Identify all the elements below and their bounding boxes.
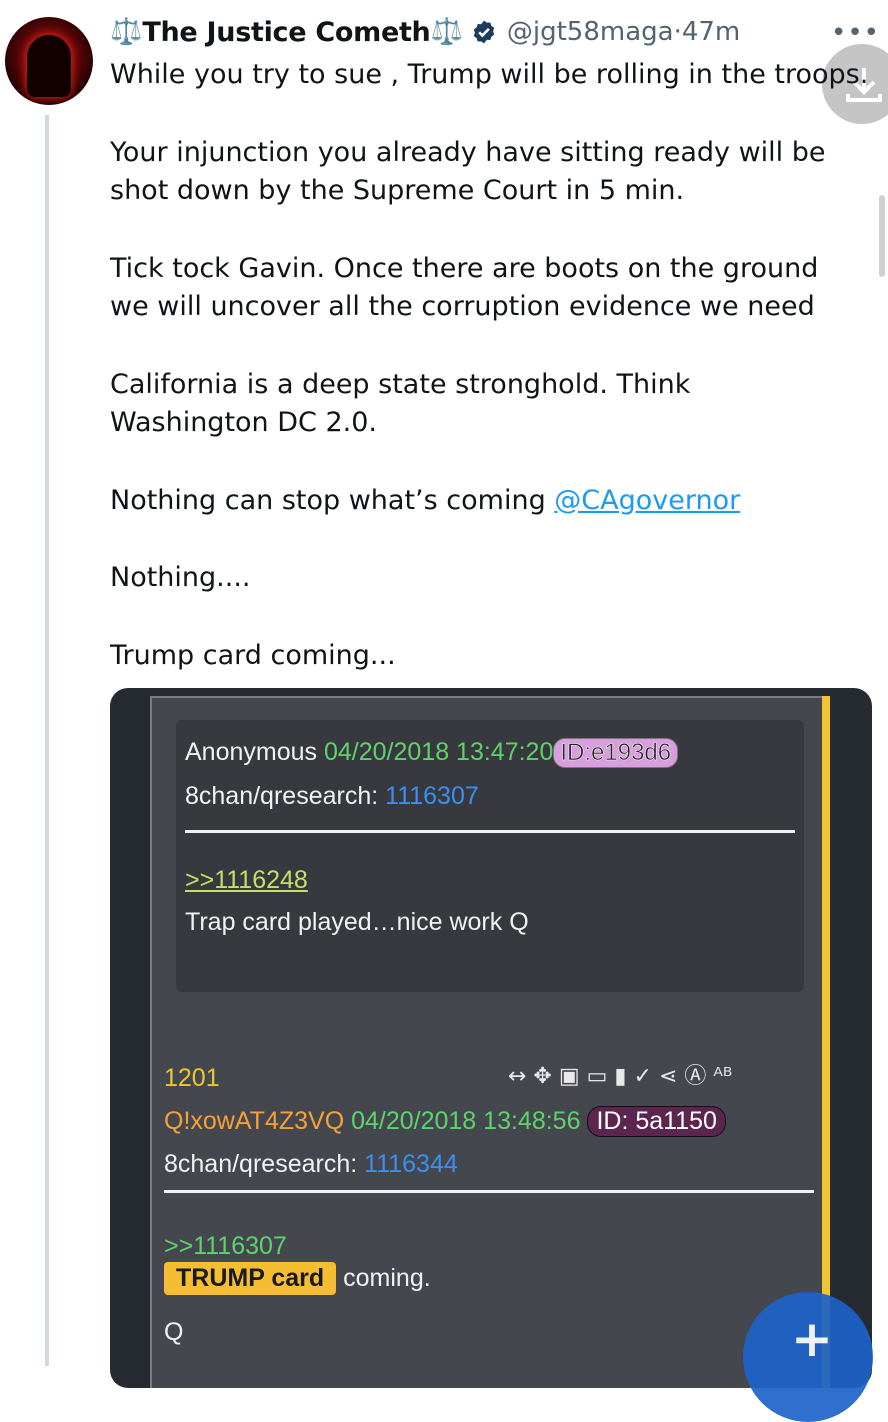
divider <box>164 1190 814 1193</box>
q-post-panel: Anonymous 04/20/2018 13:47:20 ID:e193d6 8… <box>150 696 830 1388</box>
scale-icon: ⚖️ <box>430 17 463 47</box>
q-reply-ref: >>1116307 <box>164 1232 287 1260</box>
q-id-badge: ID: 5a1150 <box>587 1106 726 1137</box>
separator-dot: · <box>673 17 682 47</box>
scrollbar[interactable] <box>879 195 885 277</box>
verified-badge-icon <box>473 20 495 44</box>
paragraph-2: Your injunction you already have sitting… <box>110 136 826 207</box>
q-post-number: 1201 <box>164 1064 220 1092</box>
paragraph-4: California is a deep state stronghold. T… <box>110 368 691 439</box>
highlight-bar <box>822 696 830 1388</box>
q-toolbar-icons: ↔ ✥ ▣ ▭ ▮ ✓ ⋖ Ⓐ ᴬᴮ <box>508 1064 733 1089</box>
paragraph-1: While you try to sue , Trump will be rol… <box>110 59 869 90</box>
anon-id-badge: ID:e193d6 <box>553 738 679 768</box>
post-header: ⚖️ The Justice Cometh ⚖️ @jgt58maga · 47… <box>110 12 740 52</box>
divider <box>185 830 795 833</box>
anon-board-line: 8chan/qresearch: 1116307 <box>185 782 479 810</box>
avatar[interactable] <box>5 17 93 105</box>
hooded-figure-image <box>27 35 71 97</box>
thread-connector-line <box>45 115 49 1366</box>
paragraph-5: Nothing can stop what’s coming @CAgovern… <box>110 484 741 516</box>
anon-reply-ref: >>1116248 <box>185 866 308 894</box>
paragraph-6: Nothing.... <box>110 562 251 593</box>
display-name[interactable]: The Justice Cometh <box>142 17 430 48</box>
compose-button[interactable]: + <box>743 1292 873 1422</box>
q-post-header: Q!xowAT4Z3VQ 04/20/2018 13:48:56 ID: 5a1… <box>164 1106 726 1137</box>
plus-icon: + <box>791 1310 833 1368</box>
mention-link[interactable]: @CAgovernor <box>554 485 740 516</box>
post-text: While you try to sue , Trump will be rol… <box>110 56 869 714</box>
anon-post-header: Anonymous 04/20/2018 13:47:20 ID:e193d6 <box>185 738 679 768</box>
paragraph-3: Tick tock Gavin. Once there are boots on… <box>110 252 819 323</box>
q-post-body: TRUMP card coming. <box>164 1262 431 1295</box>
handle[interactable]: @jgt58maga <box>507 17 674 47</box>
q-signature: Q <box>164 1318 184 1346</box>
attached-image[interactable]: Anonymous 04/20/2018 13:47:20 ID:e193d6 8… <box>110 688 872 1388</box>
anon-post-body: Trap card played…nice work Q <box>185 908 529 936</box>
quoted-anon-post: Anonymous 04/20/2018 13:47:20 ID:e193d6 8… <box>176 720 804 992</box>
timestamp[interactable]: 47m <box>682 17 740 47</box>
paragraph-7: Trump card coming... <box>110 639 396 671</box>
q-board-line: 8chan/qresearch: 1116344 <box>164 1150 458 1178</box>
scale-icon: ⚖️ <box>110 17 143 47</box>
trump-card-highlight: TRUMP card <box>164 1262 337 1295</box>
